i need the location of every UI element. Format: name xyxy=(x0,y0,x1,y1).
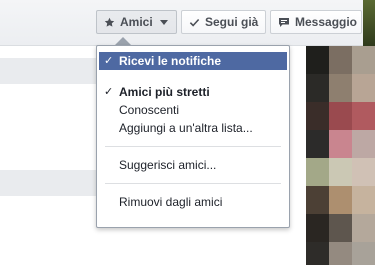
menu-item-unfriend[interactable]: Rimuovi dagli amici xyxy=(97,193,289,211)
photo-tile xyxy=(306,102,329,130)
photo-tile xyxy=(306,46,329,74)
friends-dropdown-menu: ✓ Ricevi le notifiche ✓ Amici più strett… xyxy=(96,45,290,228)
photo-tile xyxy=(352,74,375,102)
photo-tile xyxy=(352,102,375,130)
check-icon: ✓ xyxy=(104,55,114,67)
message-icon xyxy=(278,17,290,28)
menu-item-label: Ricevi le notifiche xyxy=(119,54,222,68)
right-column-gap xyxy=(290,46,306,265)
menu-separator xyxy=(105,183,281,184)
menu-pointer xyxy=(115,37,131,45)
photo-tile xyxy=(329,214,352,242)
friends-button[interactable]: Amici xyxy=(96,10,177,34)
friends-button-label: Amici xyxy=(120,15,153,29)
photo-tile xyxy=(329,158,352,186)
photo-tile xyxy=(352,214,375,242)
photo-tile xyxy=(329,46,352,74)
cover-photo-edge xyxy=(363,0,375,46)
photo-tile xyxy=(329,74,352,102)
photo-tile xyxy=(329,242,352,265)
menu-item-suggest-friends[interactable]: Suggerisci amici... xyxy=(97,156,289,174)
menu-item-close-friends[interactable]: ✓ Amici più stretti xyxy=(97,83,289,101)
message-button[interactable]: Messaggio xyxy=(270,10,362,34)
menu-item-label: Aggiungi a un'altra lista... xyxy=(119,121,253,135)
menu-item-label: Suggerisci amici... xyxy=(119,158,217,172)
photo-tile xyxy=(306,186,329,214)
photo-tile xyxy=(352,158,375,186)
photo-tile xyxy=(329,130,352,158)
photo-tile xyxy=(306,242,329,265)
star-icon xyxy=(104,17,115,28)
following-button-label: Segui già xyxy=(205,15,259,29)
menu-item-notifications[interactable]: ✓ Ricevi le notifiche xyxy=(99,52,287,70)
checkmark-icon xyxy=(189,17,200,28)
photo-tile xyxy=(352,130,375,158)
photo-tile xyxy=(352,242,375,265)
menu-item-label: Rimuovi dagli amici xyxy=(119,195,223,209)
photo-tile xyxy=(306,214,329,242)
photo-tile xyxy=(329,102,352,130)
menu-item-add-to-list[interactable]: Aggiungi a un'altra lista... xyxy=(97,119,289,137)
friends-photo-grid xyxy=(306,46,375,265)
photo-tile xyxy=(306,130,329,158)
photo-tile xyxy=(306,158,329,186)
following-button[interactable]: Segui già xyxy=(181,10,266,34)
menu-item-acquaintances[interactable]: Conoscenti xyxy=(97,101,289,119)
timeline-section-band xyxy=(0,170,96,196)
message-button-label: Messaggio xyxy=(295,15,358,29)
menu-item-label: Amici più stretti xyxy=(119,85,210,99)
photo-tile xyxy=(329,186,352,214)
photo-tile xyxy=(352,46,375,74)
photo-tile xyxy=(306,74,329,102)
check-icon: ✓ xyxy=(104,86,114,98)
timeline-section-band xyxy=(0,58,96,84)
chevron-down-icon xyxy=(159,19,168,25)
photo-tile xyxy=(352,186,375,214)
menu-separator xyxy=(105,146,281,147)
menu-item-label: Conoscenti xyxy=(119,103,180,117)
